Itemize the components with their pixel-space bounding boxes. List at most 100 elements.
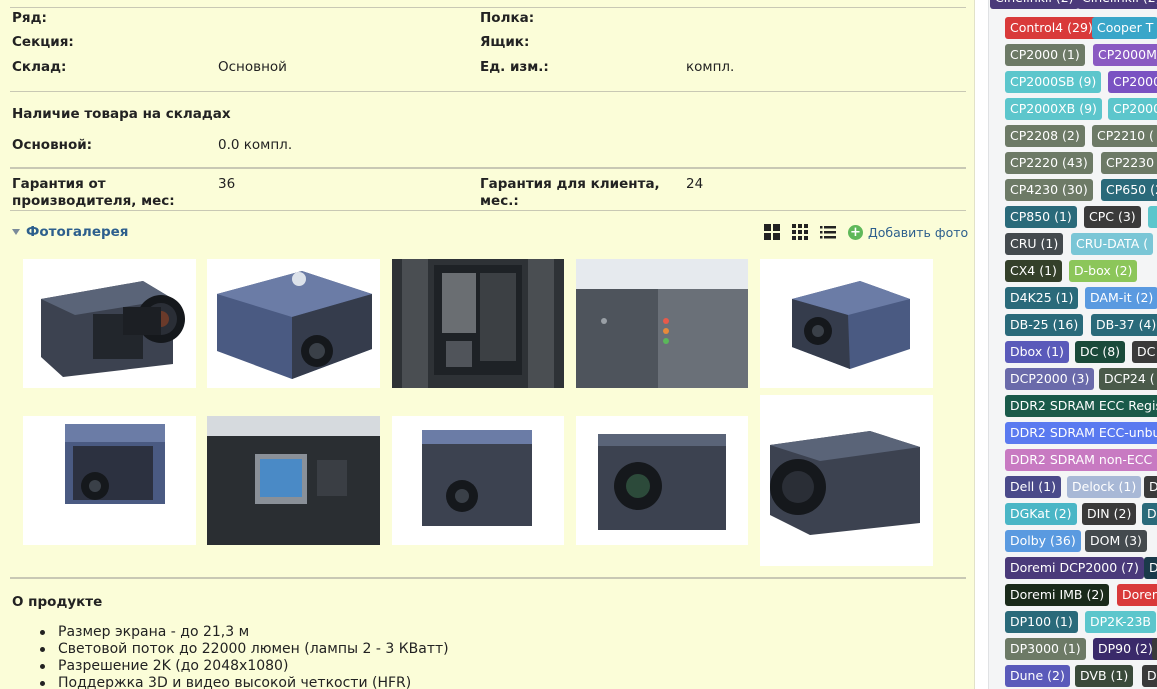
gallery-photo-7[interactable] [207,416,380,545]
tag-item[interactable]: DP90 (2) [1093,638,1157,660]
tag-item[interactable]: DP3000 (1) [1005,638,1086,660]
tag-item[interactable]: DAM-it (2) [1085,287,1157,309]
tag-item[interactable]: CP2000 (1) [1005,44,1085,66]
tag-item[interactable]: DCP24 ( [1099,368,1157,390]
box-label: Ящик: [480,34,530,50]
warehouse-label: Склад: [12,59,67,75]
gallery-photo-10[interactable] [760,395,933,566]
projector-photo [576,259,748,388]
divider [10,210,966,211]
stock-main-value: 0.0 компл. [218,137,293,153]
tag-item[interactable]: Dbox (1) [1005,341,1069,363]
tag-item[interactable]: Cooper T [1092,17,1157,39]
tag-item[interactable]: D-box (2) [1069,260,1138,282]
gallery-toggle[interactable]: Фотогалерея [12,224,128,240]
tag-item[interactable]: D [1144,557,1157,579]
tag-item[interactable]: DP2K-23B [1085,611,1156,633]
section-label: Секция: [12,34,74,50]
tag-item[interactable]: DC [1132,341,1157,363]
gallery-photo-8[interactable] [392,416,564,545]
tag-item[interactable]: DDR2 SDRAM non-ECC ( [1005,449,1157,471]
tag-item[interactable]: CP2000 [1108,98,1157,120]
manufacturer-warranty-value: 36 [218,176,236,192]
tag-item[interactable]: Doremi DCP2000 (7) [1005,557,1144,579]
tag-item[interactable]: Doremi IMB (2) [1005,584,1110,606]
gallery-photo-1[interactable] [23,259,196,388]
tag-item[interactable]: CP2230 ( [1101,152,1157,174]
warehouse-value: Основной [218,59,287,75]
tag-item[interactable]: Dell (1) [1005,476,1061,498]
feature-item: Поддержка 3D и видео высокой четкости (H… [40,675,449,689]
tag-item[interactable]: Dune (2) [1005,665,1070,687]
tag-item[interactable]: CRU-DATA ( [1071,233,1154,255]
tag-item[interactable]: Delock (1) [1067,476,1142,498]
tag-item[interactable]: CP2000SB (9) [1005,71,1102,93]
about-title: О продукте [12,594,103,610]
projector-photo [760,259,933,388]
tag-item[interactable]: DC (8) [1075,341,1126,363]
gallery-photo-5[interactable] [760,259,933,388]
tag-item[interactable]: D4K25 (1) [1005,287,1079,309]
row-label: Ряд: [12,10,47,26]
gallery-photo-4[interactable] [576,259,748,388]
client-warranty-value: 24 [686,176,704,192]
tag-item[interactable]: CP4230 (30) [1005,179,1093,201]
list-view-icon[interactable] [819,223,837,241]
tag-item[interactable]: CP650 (2 [1101,179,1157,201]
tag-cloud-sidebar: Cinelinkll (2)Cinelinkll (2) Control4 (29… [988,0,1157,689]
tag-item[interactable]: DP100 (1) [1005,611,1078,633]
tag-item[interactable]: CX4 (1) [1005,260,1062,282]
tag-item[interactable] [1148,206,1157,228]
small-grid-icon[interactable] [791,223,809,241]
projector-photo [207,259,380,388]
tag-item[interactable]: DB-37 (4) [1091,314,1157,336]
tag-item[interactable]: DVB (1) [1075,665,1134,687]
tag-item[interactable]: D [1142,503,1157,525]
tag-item[interactable]: D [1142,665,1157,687]
tag-item[interactable]: CRU (1) [1005,233,1064,255]
tag-item[interactable]: Cinelinkll (2) [990,0,1079,9]
tag-item[interactable]: CP850 (1) [1005,206,1077,228]
gallery-photo-9[interactable] [576,416,748,545]
tag-item[interactable]: DOM (3) [1085,530,1147,552]
unit-value: компл. [686,59,735,75]
tag-item[interactable]: Control4 (29) [1005,17,1098,39]
tag-item[interactable]: CP2210 ( [1092,125,1157,147]
shelf-label: Полка: [480,10,535,26]
projector-photo [760,395,933,566]
tag-item[interactable]: DIN (2) [1082,503,1137,525]
tag-item[interactable]: D [1144,476,1157,498]
projector-photo [392,259,564,388]
tag-item[interactable]: DB-25 (16) [1005,314,1084,336]
feature-list: Размер экрана - до 21,3 м Световой поток… [40,624,449,689]
collapse-triangle-icon [12,229,20,235]
manufacturer-warranty-label-line1: Гарантия от [12,176,106,192]
tag-item[interactable]: Cinelinkll (2) [1077,0,1157,9]
gallery-photo-2[interactable] [207,259,380,388]
tag-item[interactable]: DGKat (2) [1005,503,1077,525]
divider [10,167,966,169]
tag-item[interactable]: Doren [1117,584,1157,606]
projector-photo [392,416,564,545]
large-grid-icon[interactable] [763,223,781,241]
add-photo-button[interactable]: + Добавить фото [848,224,968,240]
tag-item[interactable]: CP2208 (2) [1005,125,1085,147]
tag-item[interactable]: Dolby (36) [1005,530,1081,552]
tag-item[interactable]: CP2000M [1093,44,1157,66]
projector-photo [23,259,196,388]
stock-main-label: Основной: [12,137,93,153]
tag-item[interactable]: CPC (3) [1084,206,1141,228]
tag-item[interactable] [1152,638,1157,660]
tag-item[interactable]: CP2220 (43) [1005,152,1093,174]
tag-item[interactable]: DCP2000 (3) [1005,368,1095,390]
gallery-photo-3[interactable] [392,259,564,388]
tag-item[interactable]: CP2000XB (9) [1005,98,1102,120]
tag-item[interactable]: DDR2 SDRAM ECC Regis [1005,395,1157,417]
feature-item: Световой поток до 22000 люмен (лампы 2 -… [40,641,449,658]
tag-item[interactable]: CP2000 [1108,71,1157,93]
gallery-photo-6[interactable] [23,416,196,545]
projector-photo [576,416,748,545]
client-warranty-label-line2: мес.: [480,193,519,209]
tag-item[interactable]: DDR2 SDRAM ECC-unbuf [1005,422,1157,444]
feature-item: Размер экрана - до 21,3 м [40,624,449,641]
